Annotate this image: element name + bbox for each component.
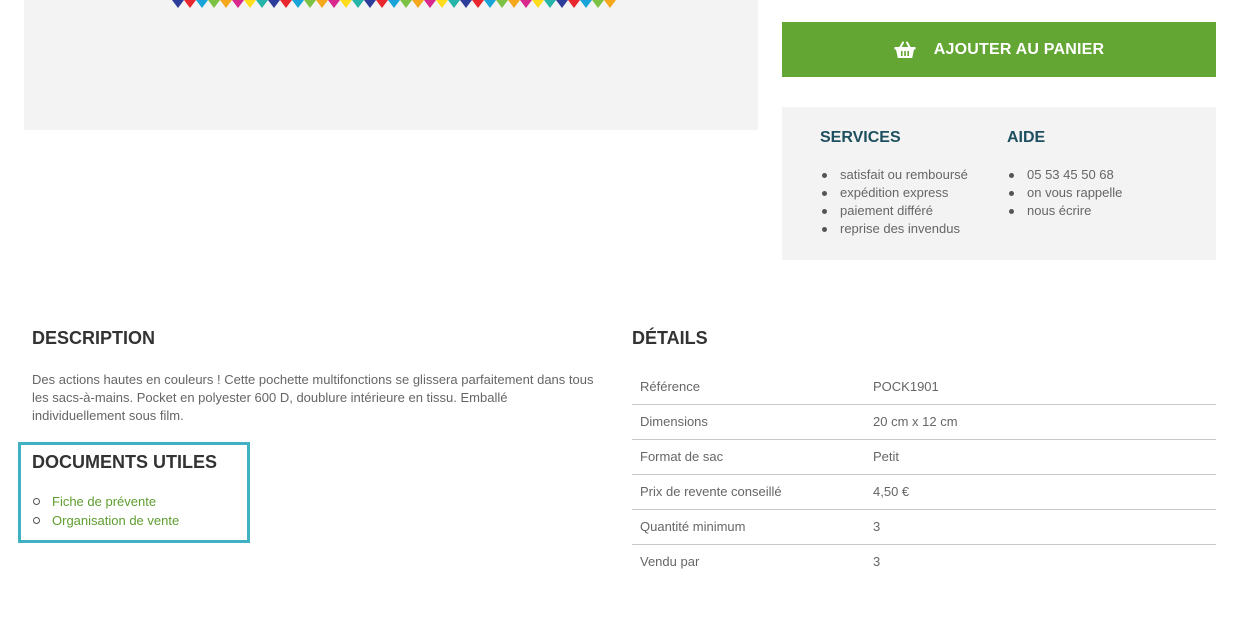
- table-row: Prix de revente conseillé 4,50 €: [632, 474, 1216, 510]
- pattern-triangle: [220, 0, 232, 8]
- services-list: satisfait ou remboursé expédition expres…: [820, 166, 968, 238]
- help-title: AIDE: [1007, 129, 1046, 146]
- pattern-triangle: [556, 0, 568, 8]
- pattern-triangle: [412, 0, 424, 8]
- pattern-triangle: [196, 0, 208, 8]
- services-item: expédition express: [820, 184, 968, 202]
- pattern-triangle: [496, 0, 508, 8]
- detail-label: Vendu par: [640, 554, 700, 570]
- pattern-triangle: [376, 0, 388, 8]
- pattern-triangle: [352, 0, 364, 8]
- detail-value: Petit: [873, 439, 1216, 475]
- services-help-box: SERVICES satisfait ou remboursé expéditi…: [782, 107, 1216, 260]
- description-text: Des actions hautes en couleurs ! Cette p…: [32, 372, 594, 423]
- pattern-triangle: [532, 0, 544, 8]
- table-row: Vendu par 3: [632, 544, 1216, 579]
- documents-section: DOCUMENTS UTILES Fiche de prévente Organ…: [18, 442, 250, 543]
- detail-label: Référence: [632, 369, 873, 405]
- pattern-triangle: [448, 0, 460, 8]
- documents-title: DOCUMENTS UTILES: [32, 452, 218, 472]
- description-section: DESCRIPTION Des actions hautes en couleu…: [32, 328, 602, 425]
- documents-list: Fiche de prévente Organisation de vente: [32, 492, 236, 530]
- description-title: DESCRIPTION: [32, 328, 156, 348]
- detail-label: Format de sac: [632, 439, 873, 475]
- pattern-triangle: [484, 0, 496, 8]
- help-list: 05 53 45 50 68 on vous rappelle nous écr…: [1007, 166, 1122, 220]
- pattern-triangle: [580, 0, 592, 8]
- pattern-triangle: [520, 0, 532, 8]
- pattern-triangle: [304, 0, 316, 8]
- services-item: reprise des invendus: [820, 220, 968, 238]
- table-row: Quantité minimum 3: [632, 509, 1216, 545]
- detail-value: 3: [873, 554, 881, 570]
- pattern-triangle: [316, 0, 328, 8]
- pattern-triangle: [424, 0, 436, 8]
- document-item: Fiche de prévente: [32, 492, 236, 511]
- pattern-triangle: [172, 0, 184, 8]
- table-row: Référence POCK1901: [632, 369, 1216, 405]
- detail-value: 3: [873, 509, 1216, 545]
- details-section: DÉTAILS Référence POCK1901 Dimensions 20…: [632, 328, 1216, 579]
- detail-label: Quantité minimum: [632, 509, 873, 545]
- pattern-triangle: [244, 0, 256, 8]
- pattern-triangle: [184, 0, 196, 8]
- pattern-triangle: [568, 0, 580, 8]
- document-link-prevente[interactable]: Fiche de prévente: [52, 494, 156, 509]
- detail-label: Prix de revente conseillé: [632, 474, 873, 510]
- detail-value: 20 cm x 12 cm: [873, 404, 1216, 440]
- pattern-triangle: [340, 0, 352, 8]
- details-title: DÉTAILS: [632, 328, 708, 348]
- help-phone[interactable]: 05 53 45 50 68: [1007, 166, 1122, 184]
- add-to-cart-button[interactable]: AJOUTER AU PANIER: [782, 22, 1216, 77]
- pattern-triangle: [472, 0, 484, 8]
- pattern-triangle: [364, 0, 376, 8]
- document-link-organisation[interactable]: Organisation de vente: [52, 513, 179, 528]
- add-to-cart-label: AJOUTER AU PANIER: [933, 40, 1105, 58]
- product-pattern-strip: [172, 0, 616, 8]
- basket-icon: [894, 41, 916, 58]
- pattern-triangle: [388, 0, 400, 8]
- pattern-triangle: [256, 0, 268, 8]
- pattern-triangle: [328, 0, 340, 8]
- pattern-triangle: [292, 0, 304, 8]
- details-table: Référence POCK1901 Dimensions 20 cm x 12…: [632, 369, 1216, 579]
- detail-value: 4,50 €: [873, 474, 1216, 510]
- pattern-triangle: [604, 0, 616, 8]
- services-column: SERVICES satisfait ou remboursé expéditi…: [820, 129, 968, 238]
- table-row: Format de sac Petit: [632, 439, 1216, 475]
- pattern-triangle: [460, 0, 472, 8]
- product-image: [24, 0, 758, 130]
- pattern-triangle: [268, 0, 280, 8]
- pattern-triangle: [544, 0, 556, 8]
- pattern-triangle: [232, 0, 244, 8]
- help-contact[interactable]: nous écrire: [1007, 202, 1122, 220]
- pattern-triangle: [592, 0, 604, 8]
- pattern-triangle: [208, 0, 220, 8]
- pattern-triangle: [508, 0, 520, 8]
- services-title: SERVICES: [820, 129, 901, 146]
- pattern-triangle: [400, 0, 412, 8]
- services-item: paiement différé: [820, 202, 968, 220]
- pattern-triangle: [280, 0, 292, 8]
- detail-label: Dimensions: [632, 404, 873, 440]
- detail-value: POCK1901: [873, 369, 1216, 405]
- pattern-triangle: [436, 0, 448, 8]
- document-item: Organisation de vente: [32, 511, 236, 530]
- help-callback[interactable]: on vous rappelle: [1007, 184, 1122, 202]
- help-column: AIDE 05 53 45 50 68 on vous rappelle nou…: [1007, 129, 1122, 220]
- table-row: Dimensions 20 cm x 12 cm: [632, 404, 1216, 440]
- services-item: satisfait ou remboursé: [820, 166, 968, 184]
